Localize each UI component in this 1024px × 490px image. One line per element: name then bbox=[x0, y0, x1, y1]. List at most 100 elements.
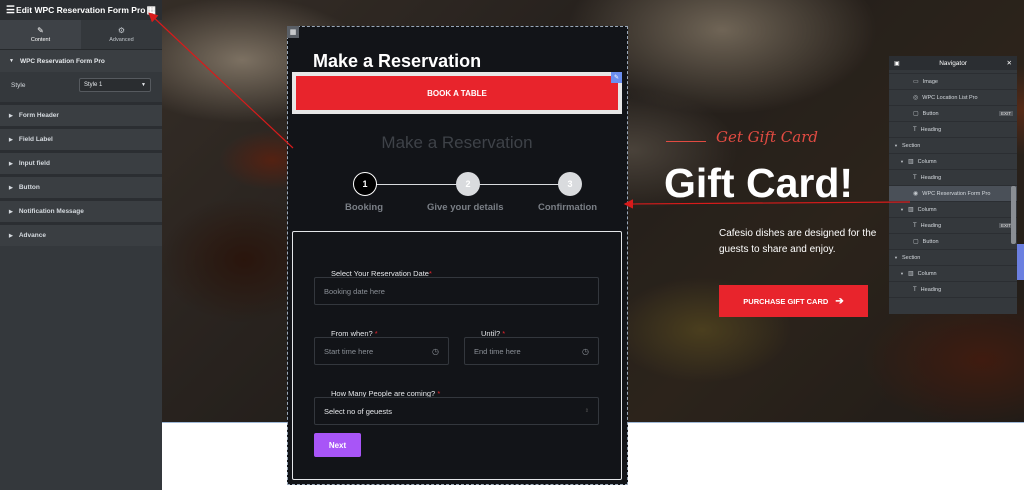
nav-item-column[interactable]: ▼ ▥ Column bbox=[889, 266, 1017, 282]
pencil-icon: ✎ bbox=[37, 26, 44, 35]
caret-down-icon: ▼ bbox=[900, 207, 904, 212]
heading-icon: T bbox=[913, 174, 917, 181]
select-arrows-icon: ⇕ bbox=[584, 408, 589, 414]
caret-down-icon: ▼ bbox=[900, 159, 904, 164]
nav-item-heading[interactable]: T Heading bbox=[889, 122, 1017, 138]
nav-item-heading[interactable]: T Heading EXIT bbox=[889, 218, 1017, 234]
nav-item-button[interactable]: ▢ Button bbox=[889, 234, 1017, 250]
clock-icon: ◷ bbox=[432, 346, 439, 356]
style-select[interactable]: Style 1 ▼ bbox=[79, 78, 151, 92]
collapsible-button[interactable]: ▶ Button bbox=[0, 174, 162, 198]
column-icon: ▥ bbox=[907, 159, 914, 165]
nav-item-location-list[interactable]: ◎ WPC Location List Pro bbox=[889, 90, 1017, 106]
exit-badge[interactable]: EXIT bbox=[998, 111, 1013, 116]
style-control: Style Style 1 ▼ bbox=[0, 72, 162, 98]
navigator-panel: ▣ Navigator ✕ ▭ Image ◎ WPC Location List … bbox=[889, 56, 1017, 314]
collapsible-field-label[interactable]: ▶ Field Label bbox=[0, 126, 162, 150]
guests-select[interactable]: Select no of geuests ⇕ bbox=[314, 397, 599, 425]
nav-item-heading[interactable]: T Heading bbox=[889, 170, 1017, 186]
book-a-table-button[interactable]: BOOK A TABLE bbox=[296, 76, 618, 110]
collapsible-label: Form Header bbox=[18, 112, 59, 119]
caret-down-icon: ▼ bbox=[900, 271, 904, 276]
step-3-label: Confirmation bbox=[538, 202, 598, 213]
heading-icon: T bbox=[913, 126, 917, 133]
navigator-scrollbar[interactable] bbox=[1011, 186, 1016, 244]
tab-content-label: Content bbox=[30, 37, 51, 43]
collapsible-label: Field Label bbox=[18, 136, 53, 143]
caret-down-icon: ▼ bbox=[894, 143, 898, 148]
reservation-icon: ◉ bbox=[913, 191, 919, 197]
nav-item-image[interactable]: ▭ Image bbox=[889, 74, 1017, 90]
heading-icon: T bbox=[913, 286, 917, 293]
collapsible-form-header[interactable]: ▶ Form Header bbox=[0, 102, 162, 126]
form-heading: Make a Reservation bbox=[313, 51, 482, 71]
collapsible-input-field[interactable]: ▶ Input field bbox=[0, 150, 162, 174]
collapsible-label: Notification Message bbox=[18, 208, 84, 215]
nav-item-button[interactable]: ▢ Button EXIT bbox=[889, 106, 1017, 122]
column-icon: ▥ bbox=[907, 271, 914, 277]
heading-icon: T bbox=[913, 222, 917, 229]
panel-header: ☰ Edit WPC Reservation Form Pro ▦ bbox=[0, 0, 162, 20]
gift-description: Cafesio dishes are designed for the gues… bbox=[719, 228, 877, 255]
tab-content[interactable]: ✎ Content bbox=[0, 20, 81, 49]
step-3-circle: 3 bbox=[558, 172, 582, 196]
tab-advanced[interactable]: ⚙ Advanced bbox=[81, 20, 162, 49]
edit-pencil-icon[interactable]: ✎ bbox=[611, 72, 622, 83]
widget-handle-icon[interactable]: ▦ bbox=[287, 26, 299, 38]
collapsible-advance[interactable]: ▶ Advance bbox=[0, 222, 162, 246]
end-time-input[interactable]: End time here ◷ bbox=[464, 337, 599, 365]
caret-down-icon: ▼ bbox=[894, 255, 898, 260]
caret-right-icon: ▶ bbox=[9, 160, 13, 167]
navigator-toggle-icon[interactable]: ▣ bbox=[894, 60, 900, 67]
purchase-gift-card-label: PURCHASE GIFT CARD bbox=[743, 296, 829, 306]
caret-right-icon: ▶ bbox=[9, 112, 13, 119]
tab-advanced-label: Advanced bbox=[109, 37, 134, 43]
close-icon[interactable]: ✕ bbox=[1007, 59, 1012, 67]
button-icon: ▢ bbox=[913, 239, 919, 245]
column-icon: ▥ bbox=[907, 207, 914, 213]
panel-title: Edit WPC Reservation Form Pro bbox=[16, 5, 146, 15]
style-select-value: Style 1 bbox=[84, 82, 103, 88]
gear-icon: ⚙ bbox=[117, 26, 126, 35]
nav-item-column[interactable]: ▼ ▥ Column bbox=[889, 202, 1017, 218]
arrow-right-icon: ➔ bbox=[835, 295, 844, 307]
nav-item-column[interactable]: ▼ ▥ Column bbox=[889, 154, 1017, 170]
nav-item-reservation-form[interactable]: ◉ WPC Reservation Form Pro bbox=[889, 186, 1017, 202]
caret-right-icon: ▶ bbox=[9, 184, 13, 191]
location-icon: ◎ bbox=[913, 95, 919, 101]
style-label: Style bbox=[11, 81, 26, 89]
collapsible-label: Button bbox=[18, 184, 40, 191]
caret-right-icon: ▶ bbox=[9, 232, 13, 239]
collapsible-label: Input field bbox=[18, 160, 50, 167]
gift-divider bbox=[666, 141, 706, 142]
next-button[interactable]: Next bbox=[314, 433, 361, 457]
gift-title: Gift Card! bbox=[664, 160, 854, 206]
step-1-circle: 1 bbox=[353, 172, 377, 196]
side-edge-tab[interactable] bbox=[1016, 244, 1024, 280]
panel-tabs: ✎ Content ⚙ Advanced bbox=[0, 20, 162, 50]
clock-icon: ◷ bbox=[582, 346, 589, 356]
gift-script-heading: Get Gift Card bbox=[716, 128, 818, 146]
step-2-label: Give your details bbox=[427, 202, 504, 213]
navigator-title: Navigator bbox=[939, 59, 968, 67]
nav-item-heading[interactable]: T Heading bbox=[889, 282, 1017, 298]
form-ghost-title: Make a Reservation bbox=[381, 133, 533, 152]
section-wpc-reservation-form-pro[interactable]: ▼ WPC Reservation Form Pro bbox=[0, 50, 162, 72]
book-table-wrapper: BOOK A TABLE bbox=[292, 72, 622, 114]
step-1-label: Booking bbox=[345, 202, 383, 213]
widgets-grid-icon[interactable]: ▦ bbox=[147, 5, 156, 16]
section-title: WPC Reservation Form Pro bbox=[19, 57, 105, 65]
navigator-header: ▣ Navigator ✕ bbox=[889, 56, 1017, 70]
chevron-down-icon: ▼ bbox=[141, 82, 146, 88]
start-time-input[interactable]: Start time here ◷ bbox=[314, 337, 449, 365]
nav-item-section[interactable]: ▼ Section bbox=[889, 138, 1017, 154]
button-icon: ▢ bbox=[913, 111, 919, 117]
nav-item-section[interactable]: ▼ Section bbox=[889, 250, 1017, 266]
purchase-gift-card-button[interactable]: PURCHASE GIFT CARD ➔ bbox=[719, 285, 868, 317]
caret-down-icon: ▼ bbox=[9, 58, 14, 64]
collapsible-notification-message[interactable]: ▶ Notification Message bbox=[0, 198, 162, 222]
booking-date-input[interactable]: Booking date here bbox=[314, 277, 599, 305]
editor-panel: ☰ Edit WPC Reservation Form Pro ▦ ✎ Cont… bbox=[0, 0, 162, 490]
hamburger-menu-icon[interactable]: ☰ bbox=[6, 5, 15, 16]
image-icon: ▭ bbox=[913, 79, 919, 85]
